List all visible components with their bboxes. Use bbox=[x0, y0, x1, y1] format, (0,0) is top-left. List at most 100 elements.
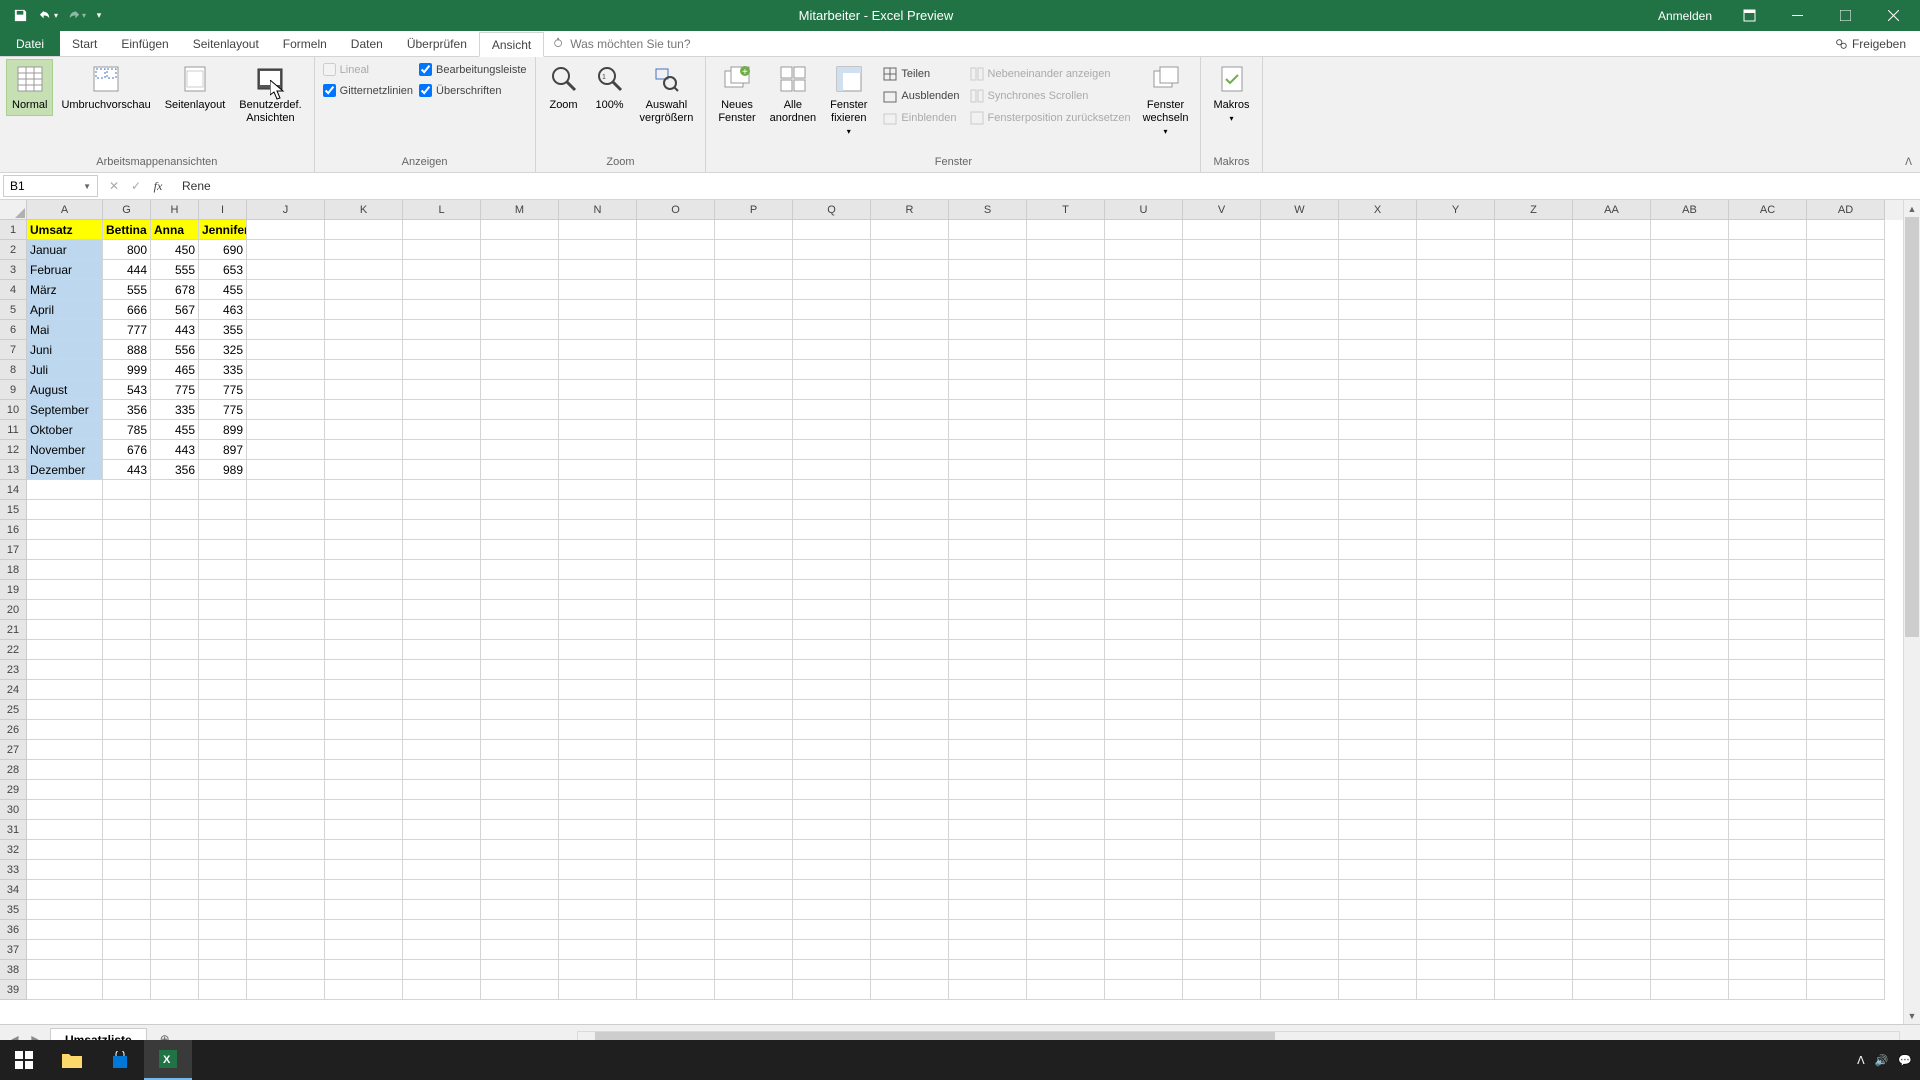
cell[interactable] bbox=[325, 600, 403, 620]
cell[interactable] bbox=[559, 440, 637, 460]
cell[interactable] bbox=[27, 700, 103, 720]
cell[interactable]: 355 bbox=[199, 320, 247, 340]
cell[interactable] bbox=[793, 980, 871, 1000]
cell[interactable] bbox=[1417, 980, 1495, 1000]
cell[interactable] bbox=[871, 360, 949, 380]
cell[interactable]: August bbox=[27, 380, 103, 400]
cell[interactable] bbox=[403, 680, 481, 700]
row-header[interactable]: 27 bbox=[0, 740, 27, 760]
cell[interactable] bbox=[103, 660, 151, 680]
cell[interactable] bbox=[1573, 400, 1651, 420]
cell[interactable] bbox=[325, 820, 403, 840]
cell[interactable] bbox=[1651, 360, 1729, 380]
cell[interactable] bbox=[247, 280, 325, 300]
cell[interactable] bbox=[559, 380, 637, 400]
row-header[interactable]: 2 bbox=[0, 240, 27, 260]
cell[interactable] bbox=[1183, 300, 1261, 320]
cell[interactable] bbox=[199, 560, 247, 580]
cell[interactable] bbox=[1807, 220, 1885, 240]
cell[interactable] bbox=[1729, 440, 1807, 460]
cell[interactable] bbox=[1183, 400, 1261, 420]
cell[interactable] bbox=[1105, 780, 1183, 800]
cell[interactable] bbox=[559, 900, 637, 920]
cell[interactable] bbox=[793, 260, 871, 280]
cell[interactable] bbox=[1027, 280, 1105, 300]
cell[interactable] bbox=[1573, 480, 1651, 500]
cell[interactable] bbox=[1807, 880, 1885, 900]
cell[interactable] bbox=[1183, 760, 1261, 780]
cell[interactable] bbox=[1105, 880, 1183, 900]
cell[interactable] bbox=[1261, 460, 1339, 480]
cell[interactable] bbox=[199, 820, 247, 840]
cell[interactable] bbox=[247, 600, 325, 620]
cell[interactable] bbox=[1417, 940, 1495, 960]
cell[interactable] bbox=[1651, 960, 1729, 980]
row-header[interactable]: 18 bbox=[0, 560, 27, 580]
cell[interactable] bbox=[199, 900, 247, 920]
cell[interactable] bbox=[1651, 520, 1729, 540]
cell[interactable] bbox=[1573, 860, 1651, 880]
cell[interactable] bbox=[1495, 700, 1573, 720]
cell[interactable]: 356 bbox=[151, 460, 199, 480]
cell[interactable] bbox=[1807, 580, 1885, 600]
cell[interactable] bbox=[1183, 880, 1261, 900]
cell[interactable] bbox=[1495, 760, 1573, 780]
cell[interactable]: Bettina bbox=[103, 220, 151, 240]
cell[interactable] bbox=[403, 980, 481, 1000]
cell[interactable] bbox=[1261, 760, 1339, 780]
cell[interactable] bbox=[1339, 740, 1417, 760]
cell[interactable] bbox=[949, 400, 1027, 420]
cell[interactable] bbox=[1339, 980, 1417, 1000]
cell[interactable] bbox=[1183, 240, 1261, 260]
cell[interactable] bbox=[1027, 320, 1105, 340]
cell[interactable] bbox=[1573, 420, 1651, 440]
store-taskbar[interactable] bbox=[96, 1040, 144, 1080]
close-button[interactable] bbox=[1870, 0, 1916, 31]
cell[interactable] bbox=[1027, 860, 1105, 880]
row-header[interactable]: 23 bbox=[0, 660, 27, 680]
cell[interactable]: Januar bbox=[27, 240, 103, 260]
cell[interactable] bbox=[103, 540, 151, 560]
cell[interactable] bbox=[1573, 320, 1651, 340]
cell[interactable] bbox=[637, 380, 715, 400]
cell[interactable] bbox=[103, 700, 151, 720]
cell[interactable] bbox=[1807, 840, 1885, 860]
column-header[interactable]: T bbox=[1027, 200, 1105, 220]
cell[interactable] bbox=[403, 300, 481, 320]
cell[interactable] bbox=[1261, 720, 1339, 740]
cell[interactable] bbox=[715, 600, 793, 620]
cell[interactable] bbox=[247, 300, 325, 320]
cell[interactable] bbox=[1339, 920, 1417, 940]
cell[interactable] bbox=[1183, 280, 1261, 300]
cell[interactable] bbox=[1339, 880, 1417, 900]
row-header[interactable]: 36 bbox=[0, 920, 27, 940]
cell[interactable] bbox=[1807, 240, 1885, 260]
cell[interactable] bbox=[715, 640, 793, 660]
column-header[interactable]: V bbox=[1183, 200, 1261, 220]
column-header[interactable]: S bbox=[949, 200, 1027, 220]
minimize-button[interactable] bbox=[1774, 0, 1820, 31]
cell[interactable] bbox=[1417, 480, 1495, 500]
cell[interactable] bbox=[637, 360, 715, 380]
cell[interactable] bbox=[325, 260, 403, 280]
cell[interactable]: Oktober bbox=[27, 420, 103, 440]
row-header[interactable]: 33 bbox=[0, 860, 27, 880]
cell[interactable] bbox=[481, 480, 559, 500]
cell[interactable] bbox=[1027, 600, 1105, 620]
cell[interactable] bbox=[1573, 920, 1651, 940]
cell[interactable] bbox=[1573, 620, 1651, 640]
cell[interactable] bbox=[871, 220, 949, 240]
row-header[interactable]: 28 bbox=[0, 760, 27, 780]
cell[interactable] bbox=[1729, 620, 1807, 640]
cell[interactable] bbox=[637, 600, 715, 620]
cell[interactable] bbox=[559, 700, 637, 720]
cell[interactable] bbox=[1417, 500, 1495, 520]
cell[interactable] bbox=[1339, 460, 1417, 480]
cell[interactable]: 989 bbox=[199, 460, 247, 480]
cell[interactable] bbox=[637, 980, 715, 1000]
row-header[interactable]: 22 bbox=[0, 640, 27, 660]
cell[interactable] bbox=[949, 500, 1027, 520]
cell[interactable] bbox=[325, 280, 403, 300]
cell[interactable] bbox=[1261, 960, 1339, 980]
cell[interactable] bbox=[793, 820, 871, 840]
